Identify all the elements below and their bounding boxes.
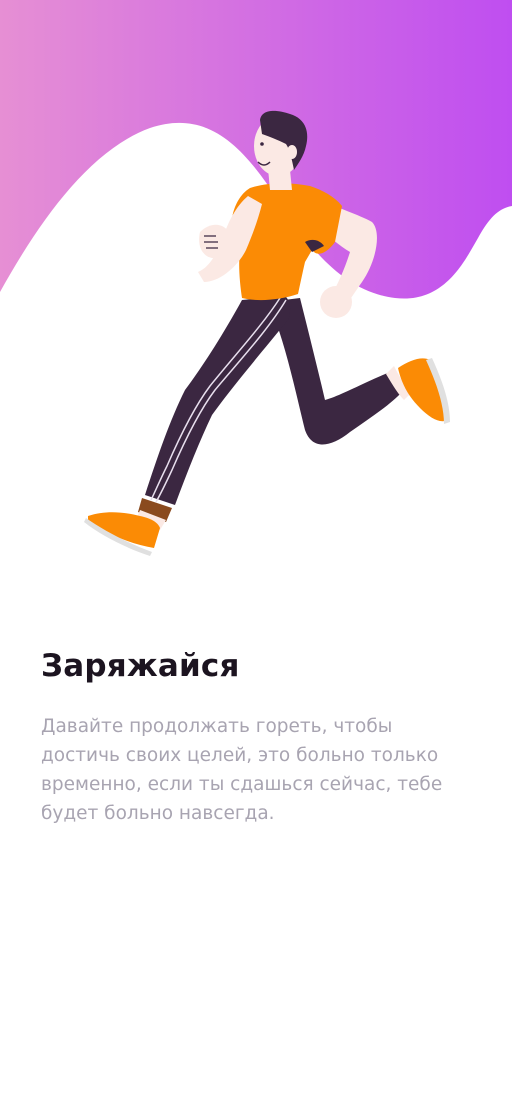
hero-illustration <box>0 0 512 580</box>
page-title: Заряжайся <box>41 648 240 684</box>
page-description: Давайте продолжать гореть, чтобы достичь… <box>41 716 443 824</box>
onboarding-text: Заряжайся Давайте продолжать гореть, что… <box>41 640 471 828</box>
onboarding-screen: Заряжайся Давайте продолжать гореть, что… <box>0 0 512 1109</box>
